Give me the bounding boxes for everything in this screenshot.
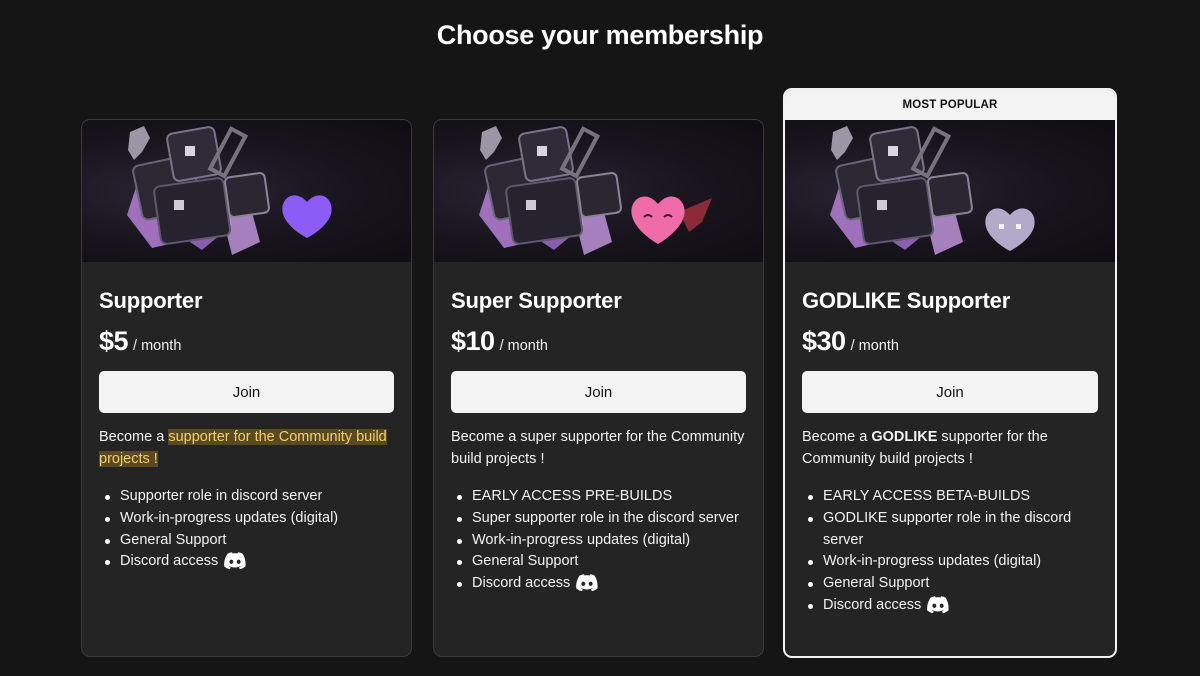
feature-list: EARLY ACCESS BETA-BUILDS GODLIKE support…	[802, 486, 1098, 617]
feature-item: General Support	[457, 551, 746, 573]
feature-item-discord: Discord access	[105, 551, 394, 573]
lavender-heart-icon	[985, 208, 1035, 251]
join-button-supporter[interactable]: Join	[99, 371, 394, 413]
tier-banner-image	[434, 120, 763, 262]
tier-name: Supporter	[99, 288, 203, 313]
tier-price: $30	[802, 326, 846, 356]
feature-item-discord: Discord access	[457, 573, 746, 595]
feature-item: EARLY ACCESS BETA-BUILDS	[808, 486, 1098, 508]
tier-card-godlike-supporter: MOST POPULAR GODLIKE Supporter $30 / mon…	[783, 88, 1117, 658]
feature-item: Work-in-progress updates (digital)	[808, 551, 1098, 573]
tier-banner-image	[785, 120, 1115, 262]
tier-price: $5	[99, 326, 129, 356]
description-text: Become a	[99, 429, 169, 445]
join-button-super-supporter[interactable]: Join	[451, 371, 746, 413]
feature-text: Discord access	[823, 596, 922, 613]
price-period: / month	[133, 338, 182, 354]
tier-description: Become a supporter for the Community bui…	[99, 427, 394, 470]
feature-item: EARLY ACCESS PRE-BUILDS	[457, 486, 746, 508]
description-text: Become a	[802, 429, 872, 445]
tier-name: GODLIKE Supporter	[802, 288, 1011, 313]
join-button-godlike-supporter[interactable]: Join	[802, 371, 1098, 413]
tier-description: Become a super supporter for the Communi…	[451, 429, 745, 467]
tier-name: Super Supporter	[451, 288, 622, 313]
feature-list: Supporter role in discord server Work-in…	[99, 486, 394, 573]
purple-heart-icon	[282, 195, 332, 238]
tier-card-supporter: Supporter $5 / month Join Become a suppo…	[81, 119, 412, 657]
discord-icon	[224, 552, 246, 570]
feature-text: Discord access	[120, 553, 219, 570]
price-period: / month	[850, 338, 899, 354]
description-bold: GODLIKE	[871, 429, 938, 445]
feature-list: EARLY ACCESS PRE-BUILDS Super supporter …	[451, 486, 746, 595]
pink-smiling-heart-icon	[631, 196, 712, 244]
feature-item-discord: Discord access	[808, 595, 1098, 617]
price-period: / month	[499, 338, 548, 354]
tier-banner-image	[82, 120, 411, 262]
tier-description: Become a GODLIKE supporter for the Commu…	[802, 427, 1098, 470]
feature-text: Discord access	[472, 575, 571, 592]
feature-item: Supporter role in discord server	[105, 486, 394, 508]
feature-item: General Support	[105, 530, 394, 552]
feature-item: Work-in-progress updates (digital)	[105, 508, 394, 530]
tier-card-super-supporter: Super Supporter $10 / month Join Become …	[433, 119, 764, 657]
feature-item: GODLIKE supporter role in the discord se…	[808, 508, 1098, 552]
most-popular-badge: MOST POPULAR	[785, 90, 1115, 120]
discord-icon	[576, 574, 598, 592]
feature-item: Super supporter role in the discord serv…	[457, 508, 746, 530]
discord-icon	[927, 596, 949, 613]
page-title: Choose your membership	[436, 20, 764, 50]
tier-price: $10	[451, 326, 495, 356]
feature-item: Work-in-progress updates (digital)	[457, 530, 746, 552]
feature-item: General Support	[808, 573, 1098, 595]
